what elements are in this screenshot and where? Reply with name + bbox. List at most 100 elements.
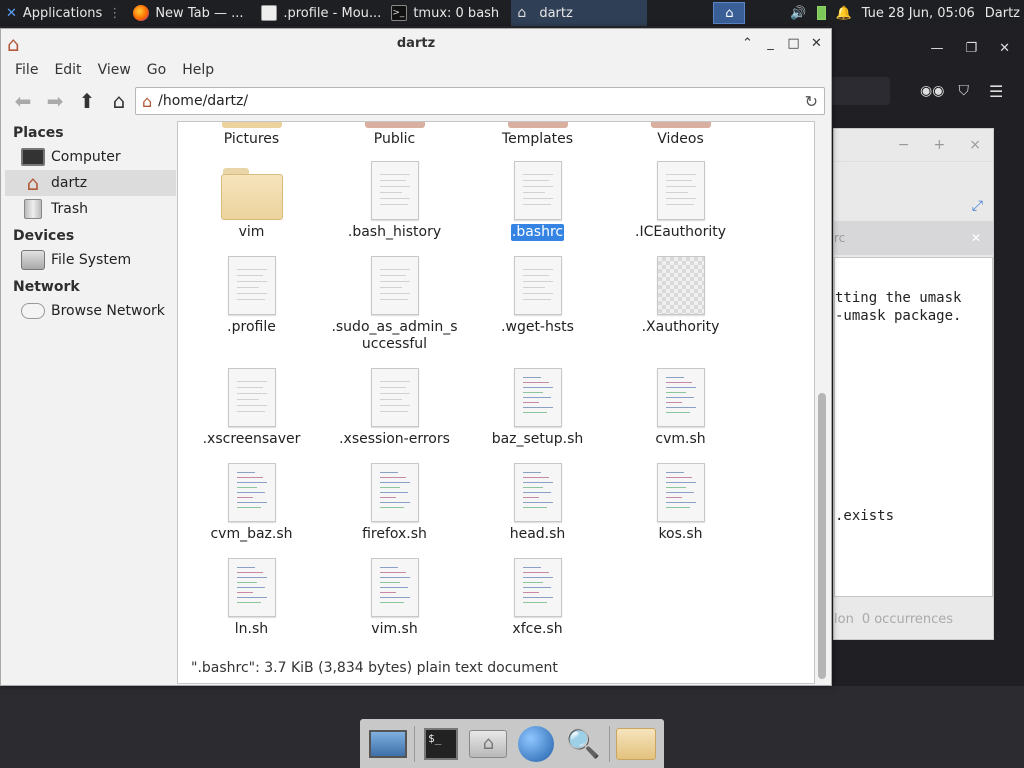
file-item[interactable]: Pictures	[180, 131, 323, 148]
terminal-launcher[interactable]: $_	[420, 724, 462, 764]
file-item[interactable]: kos.sh	[609, 463, 752, 543]
home-icon[interactable]: ⌂	[107, 89, 131, 113]
file-item[interactable]: .Xauthority	[609, 256, 752, 336]
shade-icon[interactable]: ⌃	[741, 36, 754, 51]
globe-icon	[517, 725, 554, 762]
maximize-icon[interactable]: □	[787, 36, 800, 51]
editor-text-area[interactable]: tting the umask -umask package. .exists	[834, 257, 993, 597]
editor-titlebar: − + ×	[834, 129, 993, 161]
devices-heading: Devices	[13, 228, 75, 244]
terminal-icon: $_	[424, 727, 459, 760]
tab-close-icon[interactable]: ✕	[971, 231, 981, 245]
scrollbar[interactable]	[816, 121, 828, 684]
home-icon: ⌂	[26, 171, 40, 195]
fullscreen-icon[interactable]: ⤢	[972, 198, 983, 214]
file-item[interactable]: vim.sh	[323, 558, 466, 638]
battery-icon[interactable]	[816, 6, 826, 20]
menu-help[interactable]: Help	[174, 62, 222, 78]
file-item[interactable]: .wget-hsts	[466, 256, 609, 336]
sidebar-item-browse-network[interactable]: Browse Network	[5, 298, 176, 324]
task-label: tmux: 0 bash	[413, 5, 500, 21]
file-item[interactable]: head.sh	[466, 463, 609, 543]
menu-view[interactable]: View	[90, 62, 139, 78]
file-item[interactable]: .sudo_as_admin_successful	[323, 256, 466, 353]
editor-statusbar: lon 0 occurrences	[834, 599, 993, 639]
applications-menu[interactable]: ✕ Applications ⋮	[0, 0, 127, 26]
file-item[interactable]: .xscreensaver	[180, 368, 323, 448]
editor-window-background: − + × ⤢ rc ✕ tting the umask -umask pack…	[833, 128, 994, 640]
file-item[interactable]: Templates	[466, 131, 609, 148]
close-icon[interactable]: ✕	[999, 41, 1010, 56]
applications-label: Applications	[22, 5, 103, 21]
file-label: .ICEauthority	[635, 224, 726, 240]
script-file-icon	[656, 368, 705, 427]
folder-icon	[651, 122, 711, 128]
editor-tab[interactable]: rc ✕	[834, 221, 993, 255]
text-file-icon	[370, 368, 419, 427]
file-item[interactable]: .profile	[180, 256, 323, 336]
task-editor[interactable]: .profile - Mou...	[255, 0, 385, 26]
show-desktop-button[interactable]	[367, 724, 409, 764]
menu-go[interactable]: Go	[139, 62, 174, 78]
panel-tray: 🔊 🔔 Tue 28 Jun, 05:06 Dartz	[790, 6, 1024, 21]
file-item[interactable]: baz_setup.sh	[466, 368, 609, 448]
back-arrow-icon[interactable]: ⬅	[11, 89, 35, 113]
scrollbar-thumb[interactable]	[818, 393, 826, 679]
sidebar-item-trash[interactable]: Trash	[5, 196, 176, 222]
hamburger-menu-icon[interactable]: ☰	[989, 82, 1003, 101]
notification-bell-icon[interactable]: 🔔	[836, 6, 852, 21]
volume-icon[interactable]: 🔊	[790, 6, 806, 21]
file-item[interactable]: ln.sh	[180, 558, 323, 638]
firefox-icon	[133, 5, 150, 21]
sidebar-item-filesystem[interactable]: File System	[5, 247, 176, 273]
task-firefox[interactable]: New Tab — ...	[127, 0, 255, 26]
up-arrow-icon[interactable]: ⬆	[75, 89, 99, 113]
sidebar-item-label: Trash	[51, 201, 88, 217]
incognito-icon[interactable]: ◉◉	[920, 83, 944, 99]
file-label: .xscreensaver	[202, 431, 301, 447]
task-terminal[interactable]: >_ tmux: 0 bash	[385, 0, 511, 26]
file-item[interactable]: .bashrc	[466, 161, 609, 241]
file-item[interactable]: xfce.sh	[466, 558, 609, 638]
file-item[interactable]: Videos	[609, 131, 752, 148]
sidebar-item-computer[interactable]: Computer	[5, 144, 176, 170]
sidebar: Places Computer ⌂ dartz Trash Devices Fi…	[5, 121, 176, 684]
file-item[interactable]: Public	[323, 131, 466, 148]
sidebar-item-home[interactable]: ⌂ dartz	[5, 170, 176, 196]
user-menu[interactable]: Dartz	[985, 6, 1020, 21]
minimize-icon[interactable]: _	[764, 36, 777, 51]
file-label: cvm_baz.sh	[210, 526, 293, 542]
menu-edit[interactable]: Edit	[46, 62, 89, 78]
minimize-icon[interactable]: —	[930, 41, 943, 56]
script-file-icon	[656, 463, 705, 522]
text-file-icon	[370, 161, 419, 220]
file-item[interactable]: cvm.sh	[609, 368, 752, 448]
file-item[interactable]: .ICEauthority	[609, 161, 752, 241]
trash-icon	[24, 199, 42, 219]
file-item[interactable]: .xsession-errors	[323, 368, 466, 448]
dock-separator	[609, 725, 611, 762]
file-item[interactable]: vim	[180, 168, 323, 241]
file-item[interactable]: firefox.sh	[323, 463, 466, 543]
minimize-icon[interactable]: −	[898, 137, 910, 153]
close-icon[interactable]: ✕	[810, 36, 823, 51]
web-browser-launcher[interactable]	[515, 724, 557, 764]
workspace-switcher[interactable]: ⌂	[713, 2, 746, 24]
clock[interactable]: Tue 28 Jun, 05:06	[862, 6, 975, 21]
ublock-icon[interactable]: ⛉	[958, 83, 969, 99]
maximize-icon[interactable]: +	[934, 137, 946, 153]
close-icon[interactable]: ×	[969, 137, 981, 153]
folder-launcher[interactable]	[615, 724, 657, 764]
search-launcher[interactable]: 🔍	[562, 724, 604, 764]
file-manager-launcher[interactable]: ⌂	[467, 724, 509, 764]
location-bar[interactable]: ⌂ /home/dartz/ ↻	[135, 87, 825, 115]
file-item[interactable]: cvm_baz.sh	[180, 463, 323, 543]
forward-arrow-icon[interactable]: ➡	[43, 89, 67, 113]
editor-line: .exists	[835, 508, 895, 524]
url-bar[interactable]	[830, 77, 890, 105]
file-item[interactable]: .bash_history	[323, 161, 466, 241]
reload-icon[interactable]: ↻	[805, 92, 818, 111]
task-file-manager[interactable]: ⌂ dartz	[511, 0, 648, 26]
restore-icon[interactable]: ❐	[965, 41, 977, 56]
menu-file[interactable]: File	[7, 62, 46, 78]
